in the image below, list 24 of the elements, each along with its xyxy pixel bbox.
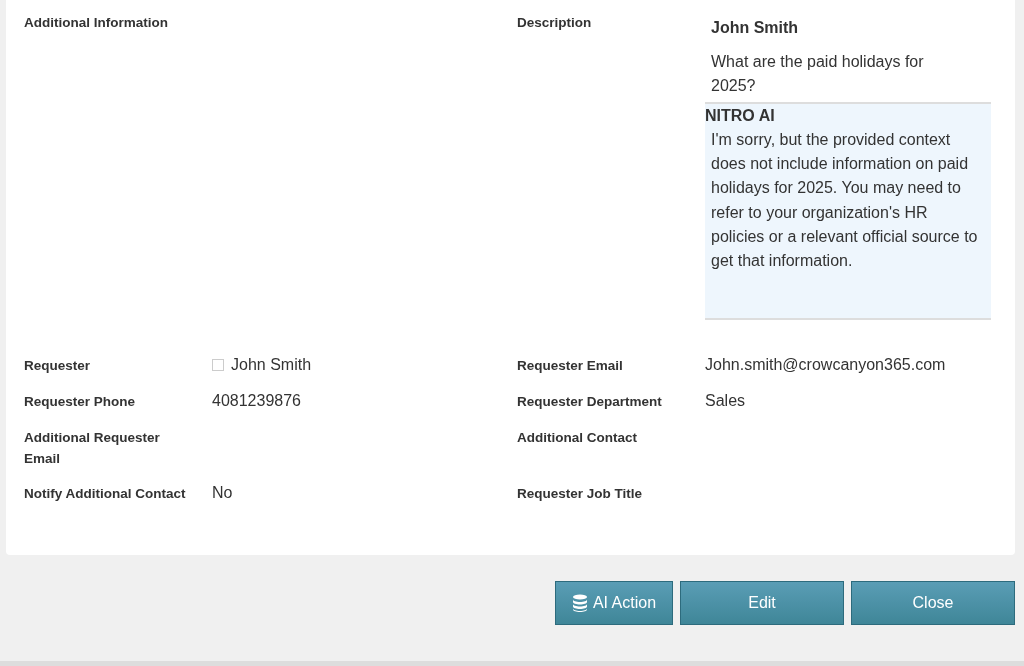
field-value: Sales [705,392,746,409]
field-label: Requester Department [517,393,663,411]
database-icon [571,594,588,612]
reply-author: NITRO AI [705,106,776,126]
field-label: Requester Phone [24,393,137,411]
message-author: John Smith [711,18,800,38]
field-label: Notify Additional Contact [24,485,187,503]
field-value: No [212,484,233,501]
field-label: Additional Information [24,14,169,32]
field-label: Requester Email [517,357,624,375]
action-button[interactable]: Close [851,581,1015,625]
message-text: What are the paid holidays for 2025? [711,52,925,96]
field-value: John Smith [231,355,312,375]
field-value: 4081239876 [212,392,301,409]
field-label: Description [517,14,593,32]
action-button[interactable]: Edit [680,581,844,625]
field-label: Additional Contact [517,429,638,447]
reply-text: I'm sorry, but the provided context does not include information on paid holidays for 2025. You may need to refer to your organization's HR policies or a relevant official source to get that information. [711,130,979,271]
ai-action-button[interactable]: AI Action [555,581,673,625]
field-label: Requester [24,357,92,375]
square-icon [212,359,224,371]
field-label: Requester Job Title [517,485,644,503]
field-value: John.smith@crowcanyon365.com [705,356,946,373]
field-label: Additional Requester Email [24,429,161,468]
